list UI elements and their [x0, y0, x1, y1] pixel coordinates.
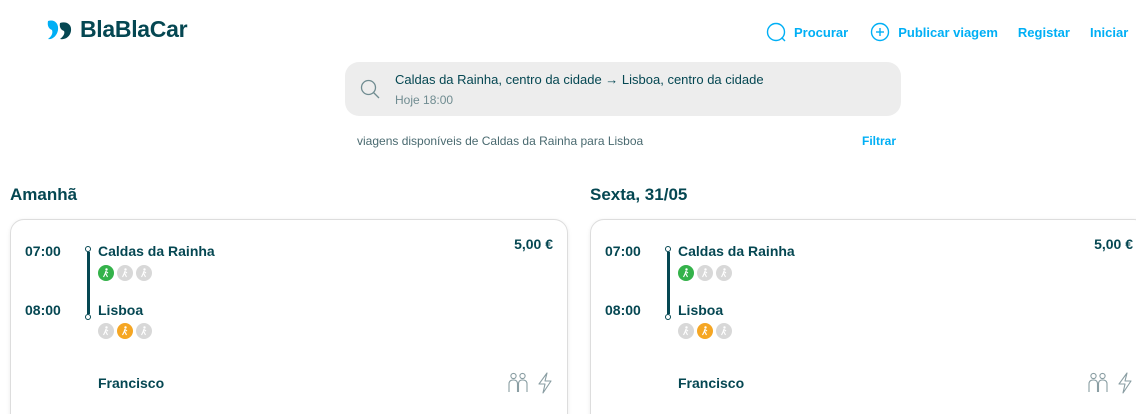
trip-card[interactable]: 07:00 Caldas da Rainha 08:00 Lisboa 5,00…: [590, 219, 1136, 414]
departure-city: Caldas da Rainha: [678, 243, 795, 259]
search-icon: [766, 22, 786, 42]
departure-proximity: [98, 265, 152, 281]
arrival-city: Lisboa: [678, 302, 724, 318]
arrival-city: Lisboa: [98, 302, 144, 318]
route-line: [665, 246, 671, 326]
walking-icon: [136, 265, 152, 281]
walking-icon: [716, 265, 732, 281]
walking-icon: [678, 323, 694, 339]
brand-name: BlaBlaCar: [80, 16, 188, 42]
max-2-back-icon: [1088, 372, 1108, 392]
driver-name: Francisco: [678, 375, 745, 391]
results-info: viagens disponíveis de Caldas da Rainha …: [357, 134, 644, 148]
walking-icon: [678, 265, 694, 281]
walking-icon: [716, 323, 732, 339]
walking-icon: [697, 323, 713, 339]
top-nav: Procurar Publicar viagem Registar Inicia…: [766, 22, 1128, 42]
trip-card[interactable]: 07:00 Caldas da Rainha 08:00 Lisboa 5,00…: [10, 219, 568, 414]
departure-time: 07:00: [605, 243, 641, 259]
walking-icon: [98, 323, 114, 339]
driver-name: Francisco: [98, 375, 165, 391]
search-icon: [360, 79, 380, 99]
walking-icon: [117, 265, 133, 281]
departure-city: Caldas da Rainha: [98, 243, 215, 259]
route-line: [85, 246, 91, 326]
search-nav-button[interactable]: Procurar: [766, 22, 848, 42]
arrival-time: 08:00: [25, 302, 61, 318]
day-title: Sexta, 31/05: [590, 185, 688, 204]
filter-button[interactable]: Filtrar: [862, 134, 896, 148]
walking-icon: [136, 323, 152, 339]
search-nav-label: Procurar: [794, 24, 849, 40]
login-label: Iniciar: [1089, 24, 1129, 40]
register-link[interactable]: Registar: [1018, 25, 1070, 40]
walking-icon: [98, 265, 114, 281]
departure-proximity: [678, 265, 732, 281]
trip-price: 5,00 €: [1094, 236, 1133, 252]
publish-ride-button[interactable]: Publicar viagem: [870, 22, 998, 42]
blablacar-logo-icon: [46, 19, 78, 41]
search-route: Caldas da Rainha, centro da cidade → Lis…: [395, 72, 764, 87]
instant-booking-icon: [1118, 372, 1132, 394]
trip-features: [507, 372, 553, 394]
arrival-proximity: [98, 323, 152, 339]
instant-booking-icon: [538, 372, 552, 394]
arrival-time: 08:00: [605, 302, 641, 318]
search-summary-bar[interactable]: Caldas da Rainha, centro da cidade → Lis…: [345, 62, 901, 116]
day-title: Amanhã: [10, 185, 78, 204]
walking-icon: [697, 265, 713, 281]
departure-time: 07:00: [25, 243, 61, 259]
login-link[interactable]: Iniciar: [1090, 25, 1128, 40]
register-label: Registar: [1017, 24, 1070, 40]
trip-price: 5,00 €: [514, 236, 553, 252]
brand-logo[interactable]: BlaBlaCar: [46, 16, 188, 43]
max-2-back-icon: [508, 372, 528, 392]
trip-features: [1087, 372, 1133, 394]
arrival-proximity: [678, 323, 732, 339]
publish-ride-label: Publicar viagem: [898, 24, 998, 40]
walking-icon: [117, 323, 133, 339]
search-datetime: Hoje 18:00: [395, 93, 454, 107]
plus-circle-icon: [871, 22, 890, 42]
